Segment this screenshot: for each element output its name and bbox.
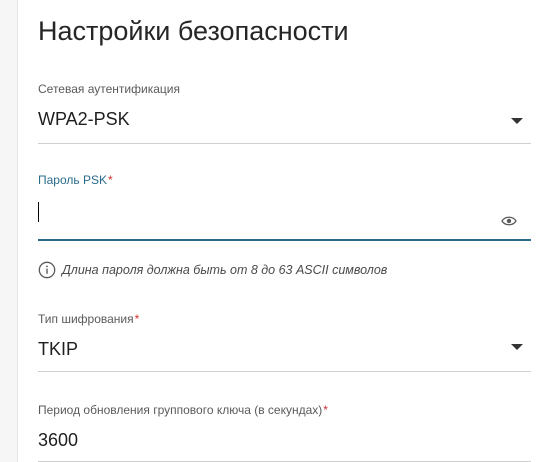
info-icon xyxy=(38,261,56,279)
chevron-down-icon[interactable] xyxy=(511,118,523,124)
psk-password-field[interactable]: Пароль PSK* xyxy=(38,173,531,241)
network-auth-select[interactable]: Сетевая аутентификация WPA2-PSK xyxy=(38,82,531,144)
psk-password-underline xyxy=(38,239,531,241)
encryption-value[interactable]: TKIP xyxy=(38,334,531,364)
text-cursor xyxy=(38,202,39,222)
network-auth-label: Сетевая аутентификация xyxy=(38,82,180,96)
network-auth-underline xyxy=(38,143,531,144)
group-key-field[interactable]: Период обновления группового ключа (в се… xyxy=(38,403,531,462)
password-hint: Длина пароля должна быть от 8 до 63 ASCI… xyxy=(38,261,387,279)
group-key-label: Период обновления группового ключа (в се… xyxy=(38,403,328,417)
encryption-label: Тип шифрования* xyxy=(38,312,140,326)
eye-icon[interactable] xyxy=(501,215,517,227)
network-auth-value[interactable]: WPA2-PSK xyxy=(38,104,531,134)
encryption-select[interactable]: Тип шифрования* TKIP xyxy=(38,312,531,372)
psk-password-label: Пароль PSK* xyxy=(38,173,113,187)
chevron-down-icon[interactable] xyxy=(511,344,523,350)
encryption-underline xyxy=(38,371,531,372)
psk-password-input[interactable] xyxy=(38,197,531,227)
hint-text: Длина пароля должна быть от 8 до 63 ASCI… xyxy=(62,263,388,277)
page-title: Настройки безопасности xyxy=(38,16,349,46)
group-key-input[interactable]: 3600 xyxy=(38,425,531,455)
